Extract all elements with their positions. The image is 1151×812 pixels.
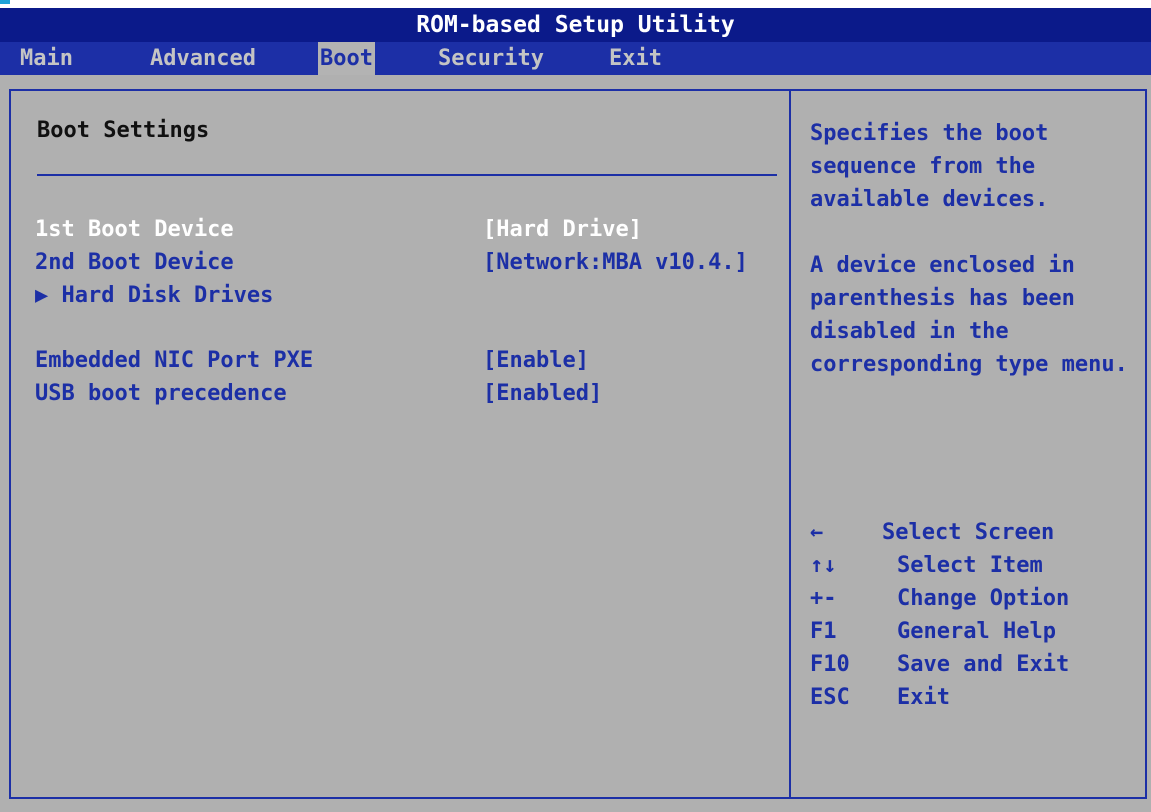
help-text-2: A device enclosed in parenthesis has bee… (810, 249, 1140, 381)
up-down-arrow-key: ↑↓ (810, 553, 837, 578)
key-row-exit: ESC Exit (810, 681, 1140, 714)
key-row-change-option: +- Change Option (810, 582, 1140, 615)
help-paragraph: A device enclosed in parenthesis has bee… (810, 253, 1128, 377)
setting-value[interactable]: [Enabled] (483, 378, 602, 410)
setting-2nd-boot-device[interactable]: 2nd Boot Device [Network:MBA v10.4.] (35, 247, 775, 279)
title-bar: ROM-based Setup Utility (0, 8, 1151, 42)
setting-value[interactable]: [Network:MBA v10.4.] (483, 247, 748, 279)
top-strip-mark (0, 0, 10, 4)
setting-label: 2nd Boot Device (35, 250, 234, 275)
menu-bar: Main Advanced Boot Security Exit (0, 42, 1151, 75)
esc-key: ESC (810, 685, 850, 710)
f10-key: F10 (810, 652, 850, 677)
menu-main[interactable]: Main (18, 42, 75, 75)
top-strip (0, 0, 1151, 8)
setting-embedded-nic-pxe[interactable]: Embedded NIC Port PXE [Enable] (35, 345, 775, 377)
setting-value[interactable]: [Enable] (483, 345, 589, 377)
menu-boot[interactable]: Boot (318, 42, 375, 75)
key-description: Select Screen (882, 520, 1055, 545)
setting-usb-boot-precedence[interactable]: USB boot precedence [Enabled] (35, 378, 775, 410)
menu-security[interactable]: Security (436, 42, 546, 75)
submenu-hard-disk-drives[interactable]: ▶ Hard Disk Drives (35, 280, 775, 312)
key-row-save-exit: F10 Save and Exit (810, 648, 1140, 681)
key-row-select-item: ↑↓ Select Item (810, 549, 1140, 582)
key-description: Exit (897, 685, 950, 710)
key-description: Change Option (897, 586, 1070, 611)
settings-panel: Boot Settings 1st Boot Device [Hard Driv… (9, 89, 791, 799)
help-paragraph: Specifies the boot sequence from the ava… (810, 121, 1049, 212)
key-row-general-help: F1 General Help (810, 615, 1140, 648)
setting-1st-boot-device[interactable]: 1st Boot Device [Hard Drive] (35, 214, 775, 246)
key-row-select-screen: ← Select Screen (810, 516, 1140, 549)
left-arrow-key: ← (810, 520, 824, 545)
setting-label: Embedded NIC Port PXE (35, 348, 314, 373)
setting-label: USB boot precedence (35, 381, 287, 406)
key-description: Save and Exit (897, 652, 1070, 677)
plus-minus-key: +- (810, 586, 837, 611)
key-description: General Help (897, 619, 1056, 644)
help-text-1: Specifies the boot sequence from the ava… (810, 117, 1140, 216)
key-description: Select Item (897, 553, 1043, 578)
key-legend: ← Select Screen ↑↓ Select Item +- Change… (810, 516, 1140, 714)
section-title: Boot Settings (37, 118, 210, 143)
submenu-label: ▶ Hard Disk Drives (35, 283, 274, 308)
menu-advanced[interactable]: Advanced (148, 42, 258, 75)
menu-exit[interactable]: Exit (607, 42, 664, 75)
setting-label: 1st Boot Device (35, 217, 234, 242)
help-panel: Specifies the boot sequence from the ava… (789, 89, 1147, 799)
setting-value[interactable]: [Hard Drive] (483, 214, 642, 246)
work-area: Boot Settings 1st Boot Device [Hard Driv… (0, 75, 1151, 812)
f1-key: F1 (810, 619, 837, 644)
window-title: ROM-based Setup Utility (416, 12, 735, 38)
section-divider (37, 174, 777, 176)
